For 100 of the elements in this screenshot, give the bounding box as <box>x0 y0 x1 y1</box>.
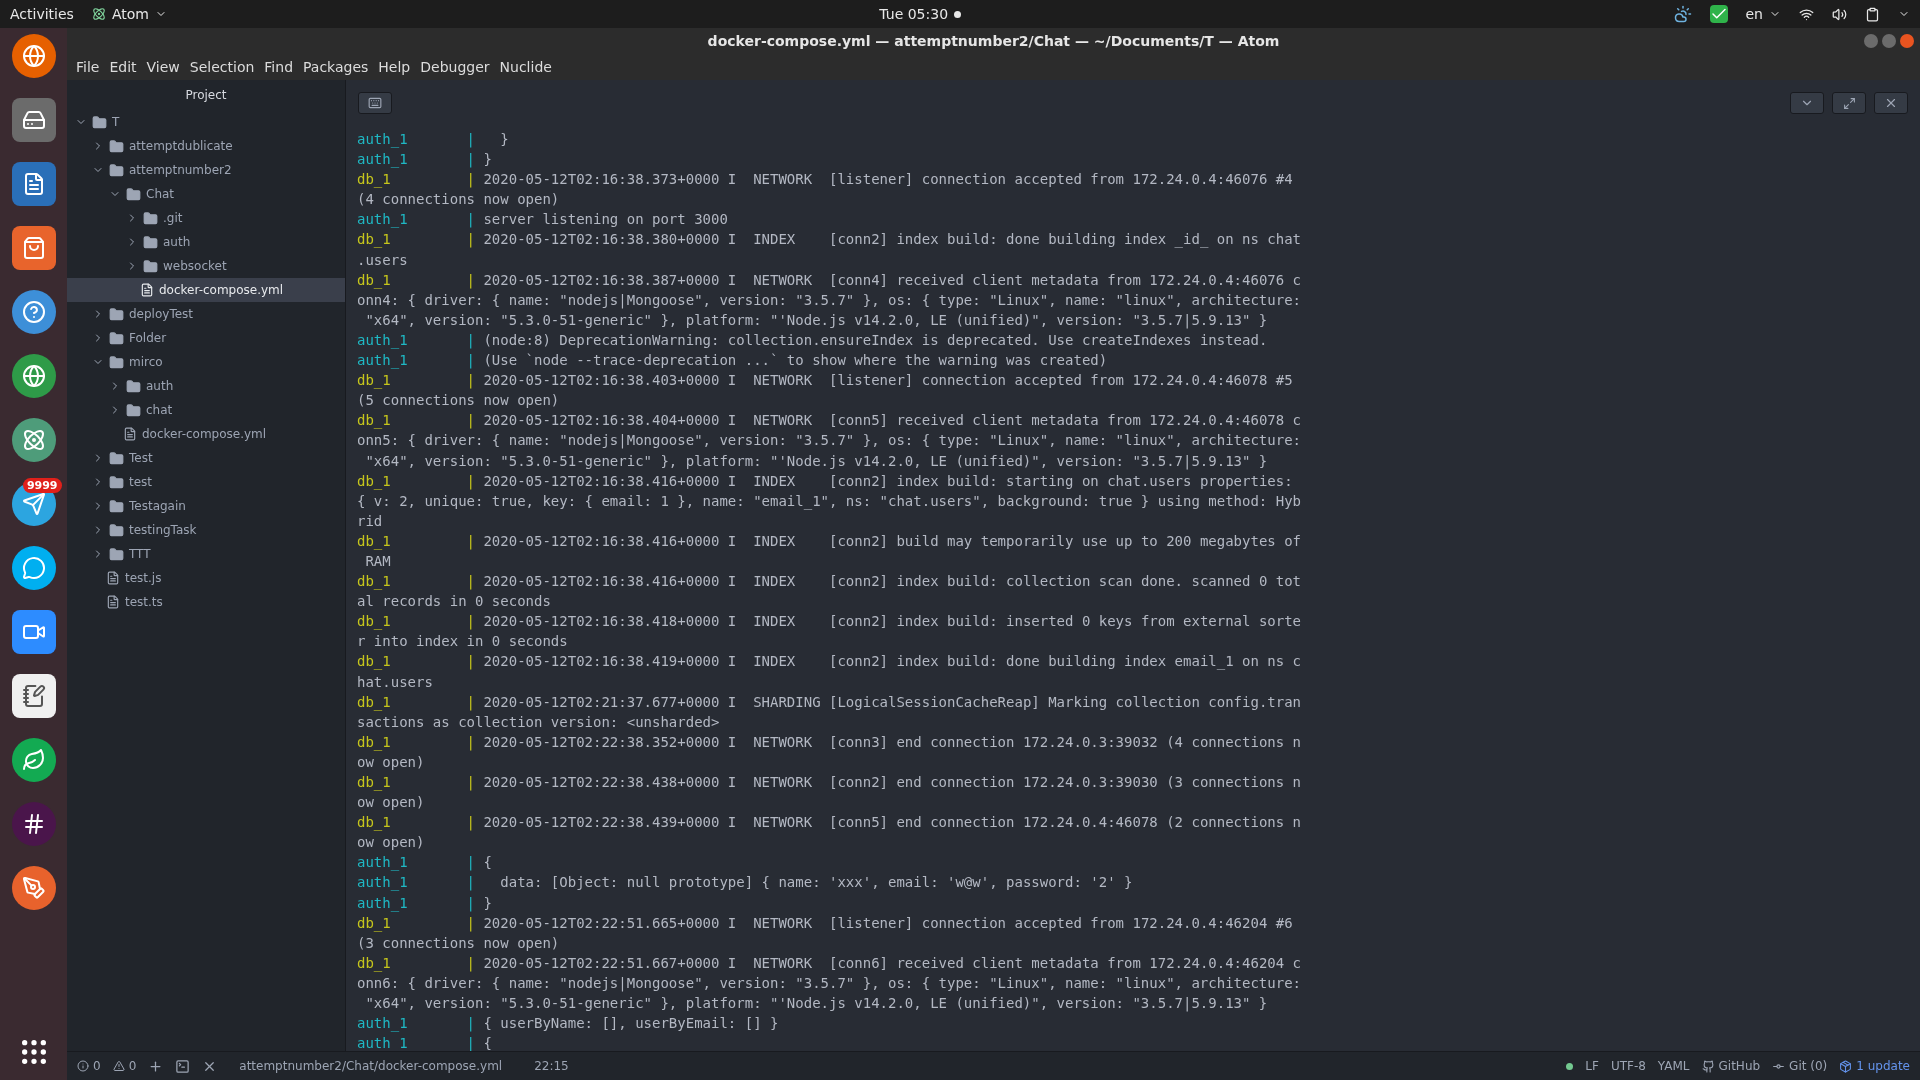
maximize-panel-button[interactable] <box>1832 92 1866 114</box>
dock-app-button[interactable] <box>11 34 56 78</box>
tree-item[interactable]: deployTest <box>67 302 345 326</box>
dock-app-button[interactable] <box>11 418 56 462</box>
dock-app-button[interactable] <box>11 354 56 398</box>
tree-item[interactable]: mirco <box>67 350 345 374</box>
service-label: db_1 | <box>357 372 475 389</box>
dock-app-button[interactable] <box>11 738 56 782</box>
terminal-icon <box>175 1058 191 1074</box>
tree-item[interactable]: docker-compose.yml <box>67 422 345 446</box>
error-count[interactable]: 0 <box>77 1059 101 1073</box>
log-line: "x64", version: "5.3.0-51-generic" }, platform: "'Node.js v14.2.0, LE (unified)", version: "3.5.7|5.9.13" } <box>364 995 1268 1012</box>
update-button[interactable]: 1 update <box>1839 1059 1910 1073</box>
menu-item[interactable]: Find <box>259 59 298 75</box>
dock-app-button[interactable] <box>11 866 56 910</box>
menu-item[interactable]: Selection <box>184 59 260 75</box>
tree-item[interactable]: TTT <box>67 542 345 566</box>
volume-icon <box>1832 6 1847 22</box>
package-icon <box>1839 1059 1853 1073</box>
close-panel-button[interactable] <box>1874 92 1908 114</box>
dock-app-button[interactable] <box>11 162 56 206</box>
service-label: db_1 | <box>357 472 475 489</box>
atom-icon <box>91 7 106 21</box>
log-line: (4 connections now open) <box>357 191 560 208</box>
clock[interactable]: Tue 05:30 <box>879 6 949 22</box>
tree-item[interactable]: Test <box>67 446 345 470</box>
tree-item[interactable]: auth <box>67 374 345 398</box>
tree-item[interactable]: .git <box>67 206 345 230</box>
tree-item[interactable]: docker-compose.yml <box>67 278 345 302</box>
menu-item[interactable]: Edit <box>104 59 142 75</box>
file-icon <box>106 595 120 609</box>
tree-item[interactable]: websocket <box>67 254 345 278</box>
encoding[interactable]: UTF-8 <box>1610 1059 1646 1073</box>
folder-icon <box>109 522 124 538</box>
log-line: sactions as collection version: <unsharded> <box>357 713 720 730</box>
tree-item[interactable]: test.ts <box>67 590 345 614</box>
folder-icon <box>126 402 141 418</box>
log-line: 2020-05-12T02:21:37.677+0000 I SHARDING [LogicalSessionCacheReap] Marking collection config.tran <box>483 693 1302 710</box>
wifi-icon <box>1799 6 1814 22</box>
language-indicator[interactable]: en <box>1745 6 1763 22</box>
folder-icon <box>126 186 141 202</box>
tree-item[interactable]: testingTask <box>67 518 345 542</box>
log-line: 2020-05-12T02:16:38.416+0000 I INDEX [conn2] index build: starting on chat.users properties: <box>483 472 1293 489</box>
tree-item[interactable]: test.js <box>67 566 345 590</box>
menu-item[interactable]: View <box>141 59 185 75</box>
tree-item[interactable]: auth <box>67 230 345 254</box>
dock-app-button[interactable] <box>11 98 56 142</box>
tree-item[interactable]: Testagain <box>67 494 345 518</box>
globe-icon <box>21 364 46 388</box>
leaf-icon <box>21 748 46 772</box>
dock-app-button[interactable] <box>11 290 56 334</box>
folder-icon <box>143 210 158 226</box>
app-menu[interactable]: Atom <box>111 6 149 22</box>
dock-app-button[interactable] <box>11 802 56 846</box>
tree-item[interactable]: Chat <box>67 182 345 206</box>
menu-item[interactable]: Debugger <box>415 59 495 75</box>
git-button[interactable]: Git (0) <box>1772 1059 1828 1073</box>
service-label: auth_1 | <box>357 1035 475 1051</box>
tree-item[interactable]: attemptnumber2 <box>67 158 345 182</box>
warning-icon <box>112 1060 125 1072</box>
menu-item[interactable]: Nuclide <box>494 59 557 75</box>
log-line: onn5: { driver: { name: "nodejs|Mongoose", version: "3.5.7" }, os: { type: "Linux", name: "linux", architecture: <box>357 432 1301 449</box>
dock-app-button[interactable] <box>11 226 56 270</box>
dock-app-button[interactable] <box>11 610 56 654</box>
close-icon <box>1884 96 1898 110</box>
tree-item[interactable]: attemptdublicate <box>67 134 345 158</box>
tree-item[interactable]: chat <box>67 398 345 422</box>
close-button[interactable] <box>1900 34 1914 48</box>
service-label: db_1 | <box>357 613 475 630</box>
tree-item[interactable]: T <box>67 110 345 134</box>
folder-icon <box>109 330 124 346</box>
cursor-position[interactable]: 22:15 <box>534 1059 569 1073</box>
log-line: server listening on port 3000 <box>483 211 728 228</box>
grammar[interactable]: YAML <box>1657 1059 1690 1073</box>
keyboard-button[interactable] <box>358 92 392 114</box>
file-icon <box>123 427 137 441</box>
minimize-button[interactable] <box>1864 34 1878 48</box>
tree-item[interactable]: test <box>67 470 345 494</box>
line-ending[interactable]: LF <box>1585 1059 1599 1073</box>
menu-item[interactable]: File <box>71 59 105 75</box>
github-button[interactable]: GitHub <box>1701 1059 1761 1073</box>
notification-dot-icon <box>954 10 962 18</box>
dock-app-button[interactable] <box>11 546 56 590</box>
log-line: } <box>483 894 492 911</box>
dock-app-button[interactable] <box>11 674 56 718</box>
tree-item[interactable]: Folder <box>67 326 345 350</box>
log-line: 2020-05-12T02:22:38.352+0000 I NETWORK [conn3] end connection 172.24.0.3:39032 (4 connections n <box>483 733 1302 750</box>
maximize-button[interactable] <box>1882 34 1896 48</box>
clipboard-icon <box>1865 6 1880 22</box>
log-line: 2020-05-12T02:16:38.404+0000 I NETWORK [conn5] received client metadata from 172.24.0.4:46078 c <box>483 412 1302 429</box>
menu-item[interactable]: Help <box>373 59 416 75</box>
log-line: ow open) <box>357 834 425 851</box>
warning-count[interactable]: 0 <box>112 1059 137 1073</box>
service-label: auth_1 | <box>357 854 475 871</box>
help-icon <box>21 300 46 324</box>
log-line: { v: 2, unique: true, key: { email: 1 }, name: "email_1", ns: "chat.users", background: true } using method: Hyb <box>357 492 1301 509</box>
file-path[interactable]: attemptnumber2/Chat/docker-compose.yml <box>239 1059 503 1073</box>
activities-button[interactable]: Activities <box>10 6 74 22</box>
menu-item[interactable]: Packages <box>298 59 374 75</box>
keyboard-icon <box>368 96 382 110</box>
